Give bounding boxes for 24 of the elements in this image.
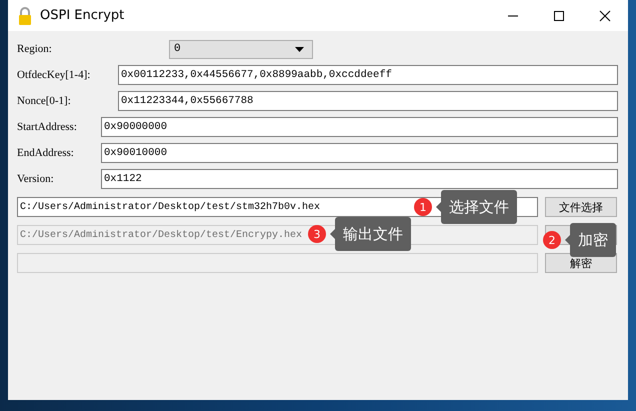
field-label: Version: bbox=[17, 173, 55, 185]
callout-tooltip: 选择文件 bbox=[441, 190, 517, 224]
field-label: Nonce[0-1]: bbox=[17, 95, 72, 107]
input-field[interactable]: 0x1122 bbox=[101, 169, 618, 189]
field-label: OtfdecKey[1-4]: bbox=[17, 69, 92, 81]
tooltip-pointer-icon bbox=[330, 229, 335, 239]
maximize-icon bbox=[553, 10, 565, 22]
field-label: EndAddress: bbox=[17, 147, 75, 159]
action-button[interactable]: 文件选择 bbox=[545, 197, 617, 217]
tooltip-pointer-icon bbox=[436, 202, 441, 212]
input-field[interactable]: 0x90010000 bbox=[101, 143, 618, 163]
close-icon bbox=[599, 10, 611, 22]
field-label: StartAddress: bbox=[17, 121, 78, 133]
input-field[interactable]: 0x11223344,0x55667788 bbox=[118, 91, 618, 111]
callout-tooltip: 加密 bbox=[570, 223, 616, 257]
field-label: Region: bbox=[17, 43, 53, 55]
window-title: OSPI Encrypt bbox=[40, 8, 124, 23]
tooltip-pointer-icon bbox=[565, 235, 570, 245]
padlock-icon bbox=[18, 6, 32, 24]
callout-tooltip: 输出文件 bbox=[335, 217, 411, 251]
input-field[interactable]: 0x00112233,0x44556677,0x8899aabb,0xccddeeff bbox=[118, 65, 618, 85]
region-dropdown[interactable]: 0 bbox=[169, 40, 313, 58]
dropdown-arrow-icon bbox=[295, 46, 304, 52]
input-field[interactable]: 0x90000000 bbox=[101, 117, 618, 137]
